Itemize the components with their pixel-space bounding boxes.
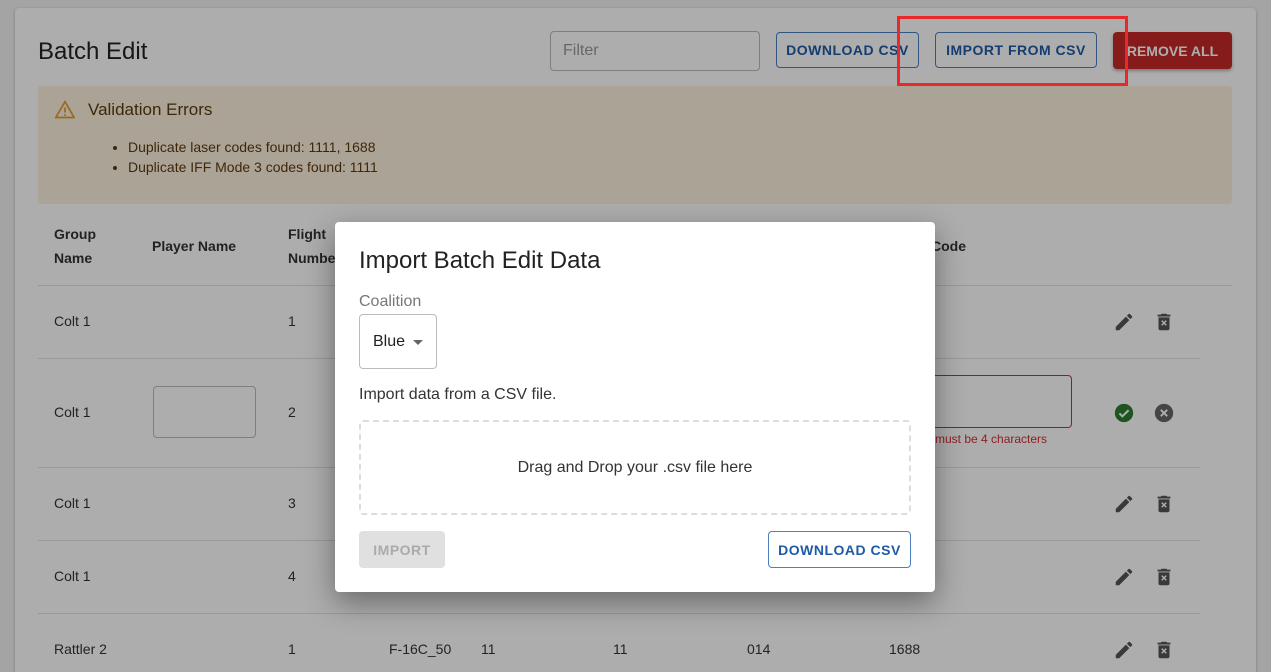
dialog-title: Import Batch Edit Data: [359, 247, 601, 274]
coalition-select[interactable]: Blue: [359, 314, 437, 369]
csv-dropzone[interactable]: Drag and Drop your .csv file here: [359, 420, 911, 515]
import-button[interactable]: IMPORT: [359, 531, 445, 568]
import-description: Import data from a CSV file.: [359, 386, 557, 403]
coalition-label: Coalition: [359, 293, 422, 310]
dropdown-caret-icon: [413, 340, 423, 345]
import-dialog: Import Batch Edit Data Coalition Blue Im…: [335, 222, 935, 592]
download-csv-button-modal[interactable]: DOWNLOAD CSV: [768, 531, 911, 568]
dropzone-text: Drag and Drop your .csv file here: [517, 458, 753, 476]
coalition-value: Blue: [373, 332, 406, 350]
